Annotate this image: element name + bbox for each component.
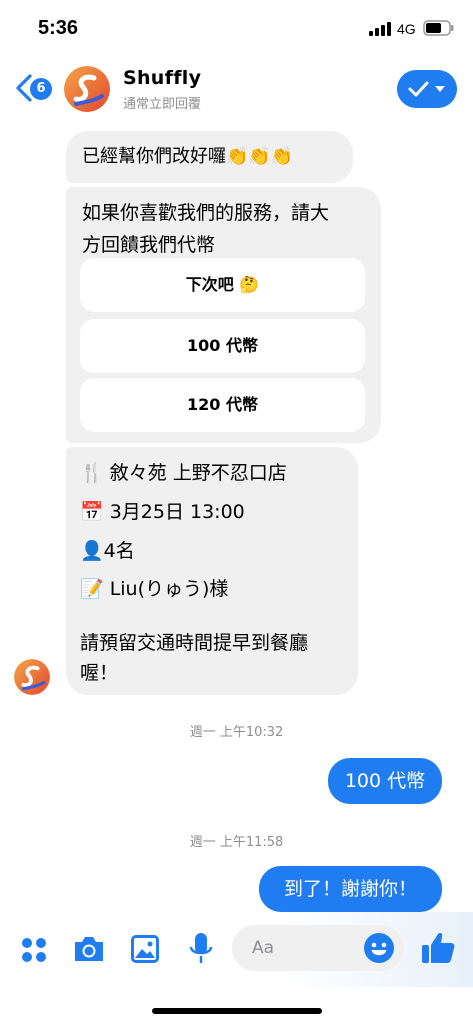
timestamp: 週一 上午10:32 <box>189 725 284 740</box>
booking-datetime: 📅 3月25日 13:00 <box>80 501 245 523</box>
booking-bubble: 🍴 敘々苑 上野不忍口店 📅 3月25日 13:00 👤4名 📝 Liu(りゅう… <box>66 447 358 695</box>
message-text: 已經幫你們改好囉👏👏👏 <box>82 146 294 167</box>
sender-avatar <box>14 659 50 695</box>
composer-bar: Aa <box>0 912 473 987</box>
sent-message: 100 代幣 <box>328 758 442 804</box>
message-input-placeholder: Aa <box>252 938 275 958</box>
unread-badge[interactable]: 6 <box>30 78 52 100</box>
network-type: 4G <box>397 21 416 37</box>
emoji-icon[interactable] <box>363 932 395 964</box>
signal-icon <box>369 22 391 36</box>
camera-icon[interactable] <box>72 934 106 964</box>
response-status: 通常立即回覆 <box>123 97 202 112</box>
check-icon <box>408 81 445 97</box>
battery-icon <box>423 20 454 36</box>
message-text-line1: 如果你喜歡我們的服務，請大 <box>82 202 330 224</box>
chat-title[interactable]: Shuffly <box>123 67 201 89</box>
quick-reply-100[interactable]: 100 代幣 <box>80 319 365 373</box>
like-thumbs-up-icon[interactable] <box>420 930 456 966</box>
status-bar: 5:36 4G <box>0 0 473 58</box>
message-text-line2: 方回饋我們代幣 <box>82 234 216 256</box>
status-time: 5:36 <box>38 17 79 39</box>
booking-name: 📝 Liu(りゅう)様 <box>80 578 229 600</box>
timestamp: 週一 上午11:58 <box>189 835 284 850</box>
quick-reply-later[interactable]: 下次吧 🤔 <box>80 258 365 312</box>
done-dropdown-button[interactable] <box>397 70 457 108</box>
message-bubble: 已經幫你們改好囉👏👏👏 <box>66 131 353 183</box>
booking-restaurant: 🍴 敘々苑 上野不忍口店 <box>80 462 287 484</box>
sent-message: 到了！謝謝你！ <box>259 866 442 912</box>
home-indicator <box>152 1008 322 1014</box>
shuffly-avatar[interactable] <box>64 66 110 112</box>
photo-icon[interactable] <box>129 933 161 965</box>
quick-reply-120[interactable]: 120 代幣 <box>80 378 365 432</box>
booking-note-line2: 喔！ <box>80 662 119 684</box>
booking-people: 👤4名 <box>80 540 135 562</box>
more-apps-icon[interactable] <box>20 936 48 964</box>
microphone-icon[interactable] <box>188 932 214 966</box>
booking-note-line1: 請預留交通時間提早到餐廳 <box>80 632 309 654</box>
